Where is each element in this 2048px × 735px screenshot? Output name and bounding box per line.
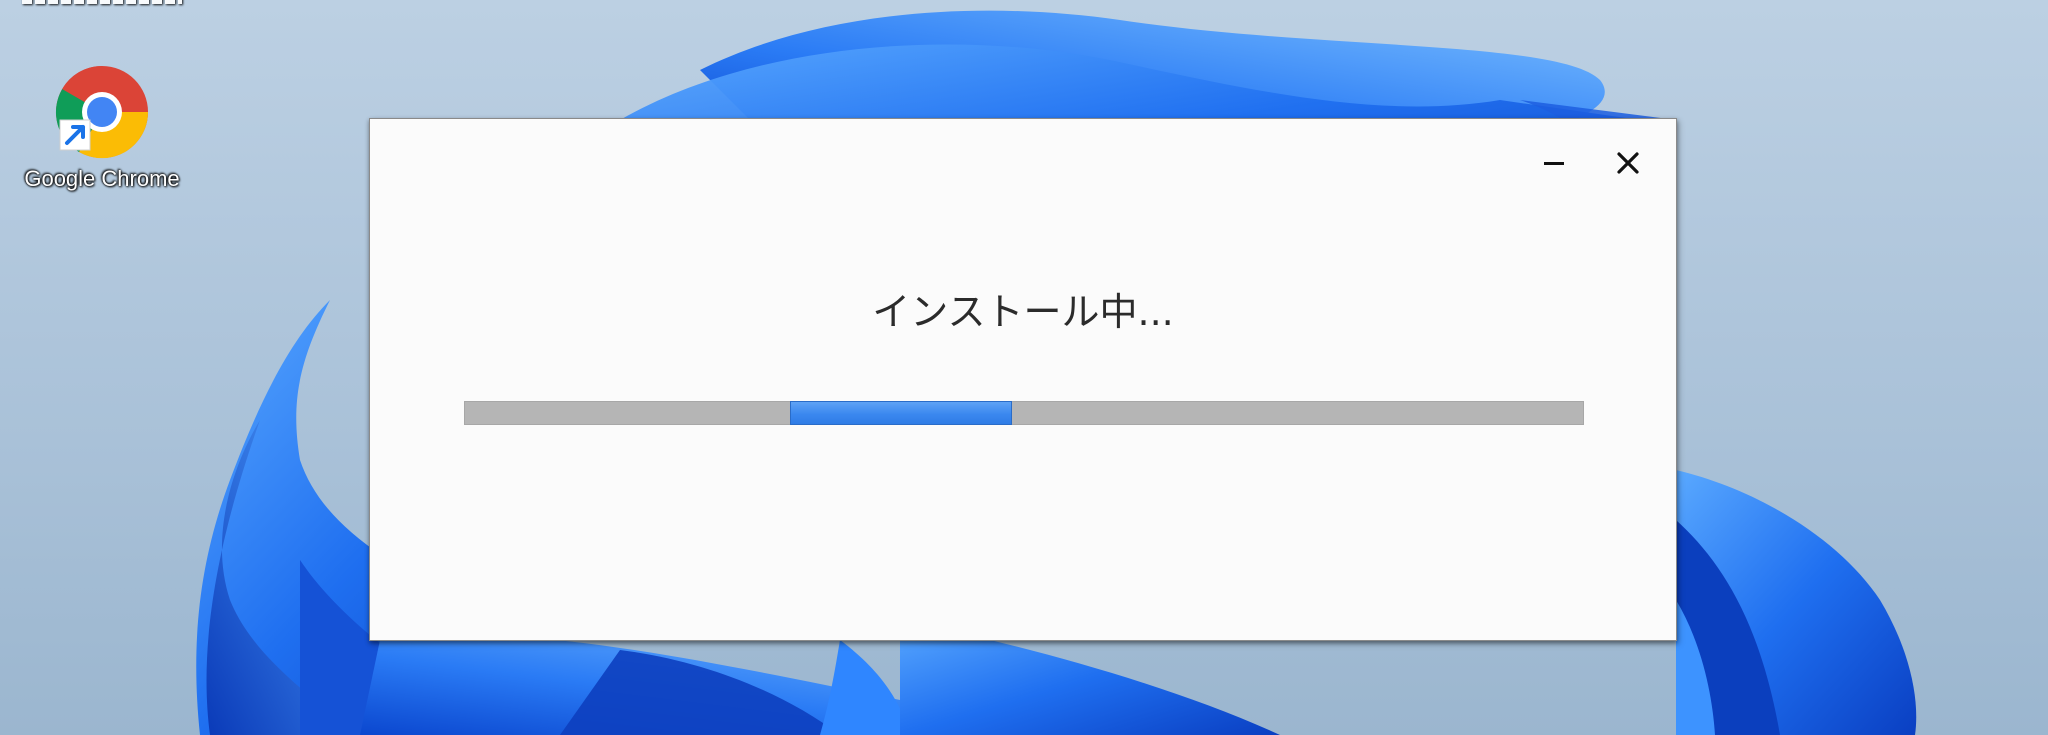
install-progress-bar (464, 401, 1584, 425)
desktop-icon-label: Google Chrome (24, 166, 180, 191)
desktop-icon-google-chrome[interactable]: Google Chrome (14, 62, 190, 192)
minimize-icon (1544, 162, 1564, 165)
chrome-shortcut-icon (52, 62, 152, 162)
close-button[interactable] (1600, 141, 1656, 185)
window-controls (1526, 141, 1656, 185)
install-status-text: インストール中... (872, 290, 1174, 334)
minimize-button[interactable] (1526, 141, 1582, 185)
progress-chunk (790, 401, 1012, 425)
desktop-icon-label-partial (22, 0, 182, 4)
desktop: Google Chrome インストール中... (0, 0, 2048, 735)
chrome-installer-dialog: インストール中... (369, 118, 1677, 641)
close-icon (1617, 152, 1639, 174)
